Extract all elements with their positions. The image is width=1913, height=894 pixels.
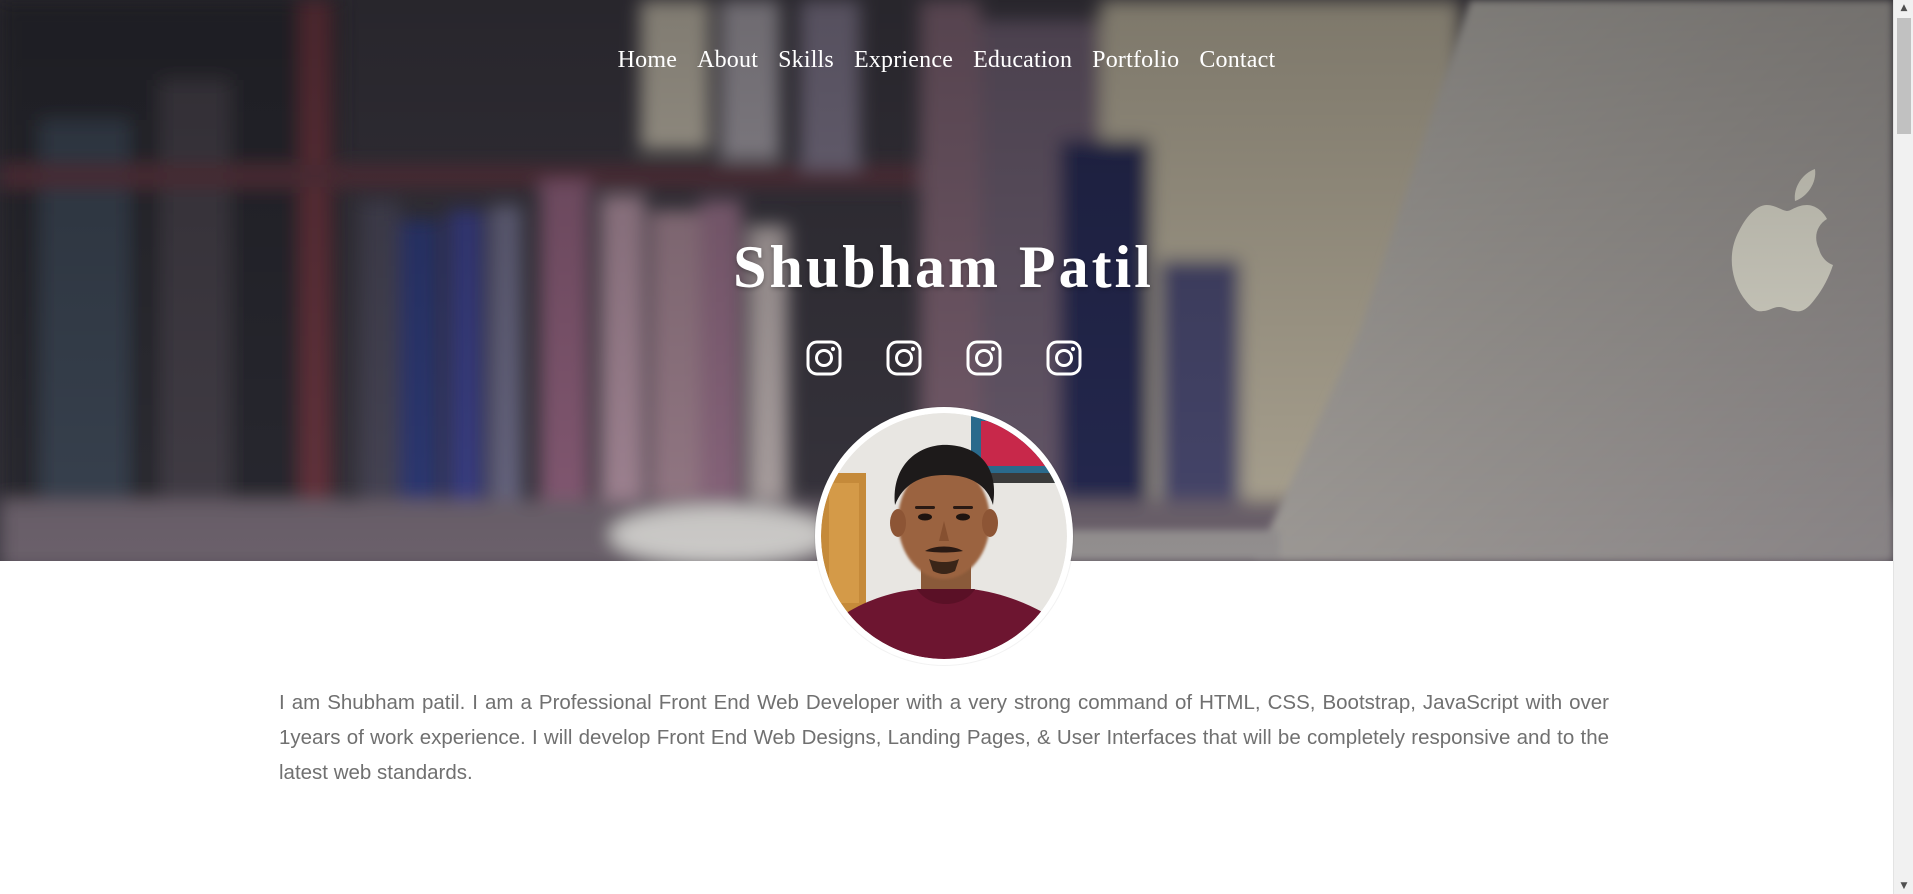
about-text: I am Shubham patil. I am a Professional … — [279, 691, 1609, 784]
nav-link-education[interactable]: Education — [973, 44, 1072, 76]
social-links — [0, 340, 1887, 376]
main-nav: Home About Skills Exprience Education Po… — [0, 44, 1893, 76]
social-link-1[interactable] — [806, 340, 842, 376]
instagram-icon — [966, 340, 1001, 376]
nav-link-portfolio[interactable]: Portfolio — [1092, 44, 1179, 76]
scroll-down-arrow-icon[interactable]: ▼ — [1894, 878, 1913, 894]
nav-link-contact[interactable]: Contact — [1199, 44, 1275, 76]
social-link-4[interactable] — [1046, 340, 1082, 376]
profile-avatar — [815, 407, 1073, 665]
social-link-2[interactable] — [886, 340, 922, 376]
hero-title: Shubham Patil — [733, 234, 1154, 300]
nav-link-experience[interactable]: Exprience — [854, 44, 953, 76]
instagram-icon — [806, 340, 841, 376]
instagram-icon — [886, 340, 921, 376]
instagram-icon — [1046, 340, 1081, 376]
profile-photo — [821, 413, 1067, 659]
nav-link-about[interactable]: About — [697, 44, 758, 76]
vertical-scrollbar[interactable]: ▲ ▼ — [1893, 0, 1913, 894]
nav-link-skills[interactable]: Skills — [778, 44, 834, 76]
social-link-3[interactable] — [966, 340, 1002, 376]
scrollbar-thumb[interactable] — [1897, 18, 1911, 134]
page: Home About Skills Exprience Education Po… — [0, 0, 1913, 894]
nav-link-home[interactable]: Home — [618, 44, 677, 76]
scroll-up-arrow-icon[interactable]: ▲ — [1894, 0, 1913, 16]
